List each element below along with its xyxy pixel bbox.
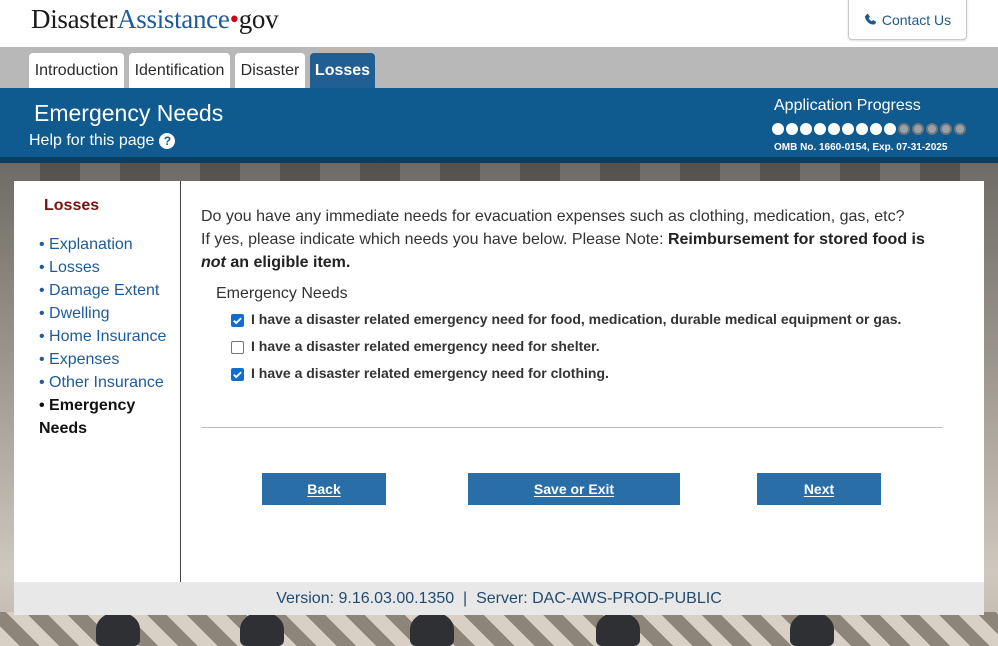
phone-icon <box>864 13 876 25</box>
next-button[interactable]: Next <box>757 473 881 505</box>
clothing-checkbox[interactable] <box>231 368 244 381</box>
progress-dot-incomplete <box>898 123 910 135</box>
background-post <box>410 612 454 646</box>
fieldset-legend: Emergency Needs <box>216 285 348 302</box>
sidebar-item-dwelling[interactable]: • Dwelling <box>39 302 179 325</box>
progress-dot-incomplete <box>926 123 938 135</box>
tab-label: Losses <box>314 61 371 79</box>
progress-dot-complete <box>884 123 896 135</box>
sidebar-nav: Losses • Explanation • Losses • Damage E… <box>14 181 181 582</box>
progress-dot-complete <box>828 123 840 135</box>
sidebar-item-home-insurance[interactable]: • Home Insurance <box>39 325 179 348</box>
progress-dot-complete <box>842 123 854 135</box>
progress-dot-incomplete <box>954 123 966 135</box>
shelter-checkbox[interactable] <box>231 341 244 354</box>
option-label[interactable]: I have a disaster related emergency need… <box>251 362 609 384</box>
progress-dot-complete <box>786 123 798 135</box>
progress-title: Application Progress <box>774 97 921 114</box>
logo-dot: • <box>229 4 239 34</box>
question-note-italic: not <box>201 254 226 271</box>
version-text: Version: 9.16.03.00.1350 | Server: DAC-A… <box>276 589 722 607</box>
background-floor <box>0 612 998 646</box>
divider <box>201 427 943 428</box>
contact-us-button[interactable]: Contact Us <box>848 0 967 40</box>
background-post <box>596 612 640 646</box>
question-line-1: Do you have any immediate needs for evac… <box>201 208 905 225</box>
progress-dot-incomplete <box>940 123 952 135</box>
step-tab-bar: Introduction Identification Disaster Los… <box>0 47 998 88</box>
progress-dot-complete <box>800 123 812 135</box>
page-title: Emergency Needs <box>34 100 224 126</box>
sidebar-item-other-insurance[interactable]: • Other Insurance <box>39 371 179 394</box>
progress-indicator <box>772 123 966 135</box>
question-text: Do you have any immediate needs for evac… <box>201 205 943 274</box>
sidebar-item-emergency-needs: • Emergency Needs <box>39 397 136 437</box>
option-label[interactable]: I have a disaster related emergency need… <box>251 335 600 357</box>
tab-label: Introduction <box>34 61 119 79</box>
sidebar-item-expenses[interactable]: • Expenses <box>39 348 179 371</box>
back-button[interactable]: Back <box>262 473 386 505</box>
main-panel: Losses • Explanation • Losses • Damage E… <box>14 181 984 582</box>
question-note-bold-end: an eligible item. <box>225 254 351 271</box>
question-content: Do you have any immediate needs for evac… <box>201 205 943 384</box>
help-link[interactable]: Help for this page ? <box>29 132 176 150</box>
option-shelter: I have a disaster related emergency need… <box>231 338 911 357</box>
option-clothing: I have a disaster related emergency need… <box>231 365 911 384</box>
question-note-bold: Reimbursement for stored food is <box>667 231 925 248</box>
option-food-medication-gas: I have a disaster related emergency need… <box>231 311 911 330</box>
site-header: DisasterAssistance•gov Contact Us <box>0 0 998 47</box>
contact-us-label: Contact Us <box>881 12 952 28</box>
sidebar-list: • Explanation • Losses • Damage Extent •… <box>39 233 179 440</box>
logo-text-disaster: Disaster <box>31 4 118 34</box>
tab-label: Identification <box>134 61 225 79</box>
progress-dot-incomplete <box>912 123 924 135</box>
tab-disaster[interactable]: Disaster <box>235 53 305 88</box>
question-line-2: If yes, please indicate which needs you … <box>201 231 668 248</box>
save-or-exit-button[interactable]: Save or Exit <box>468 473 680 505</box>
tab-identification[interactable]: Identification <box>129 53 230 88</box>
background-post <box>96 612 140 646</box>
sidebar-item-losses[interactable]: • Losses <box>39 256 179 279</box>
sidebar-item-damage-extent[interactable]: • Damage Extent <box>39 279 179 302</box>
progress-dot-complete <box>772 123 784 135</box>
background-post <box>240 612 284 646</box>
help-link-label: Help for this page <box>29 132 155 149</box>
food-medication-gas-checkbox[interactable] <box>231 314 244 327</box>
tab-label: Disaster <box>240 61 300 79</box>
logo-text-gov: gov <box>238 4 279 34</box>
logo-text-assistance: Assistance <box>117 4 230 34</box>
sidebar-title: Losses <box>44 197 100 214</box>
sidebar-item-explanation[interactable]: • Explanation <box>39 233 179 256</box>
question-circle-icon: ? <box>159 133 176 149</box>
tab-introduction[interactable]: Introduction <box>29 53 124 88</box>
progress-dot-complete <box>814 123 826 135</box>
page-banner: Emergency Needs Help for this page ? App… <box>0 88 998 163</box>
tab-losses[interactable]: Losses <box>310 53 375 88</box>
omb-number: OMB No. 1660-0154, Exp. 07-31-2025 <box>774 142 948 153</box>
version-footer: Version: 9.16.03.00.1350 | Server: DAC-A… <box>14 582 984 615</box>
site-logo[interactable]: DisasterAssistance•gov <box>31 4 279 35</box>
option-label[interactable]: I have a disaster related emergency need… <box>251 308 901 330</box>
progress-dot-complete <box>870 123 882 135</box>
background-post <box>790 612 834 646</box>
progress-dot-complete <box>856 123 868 135</box>
